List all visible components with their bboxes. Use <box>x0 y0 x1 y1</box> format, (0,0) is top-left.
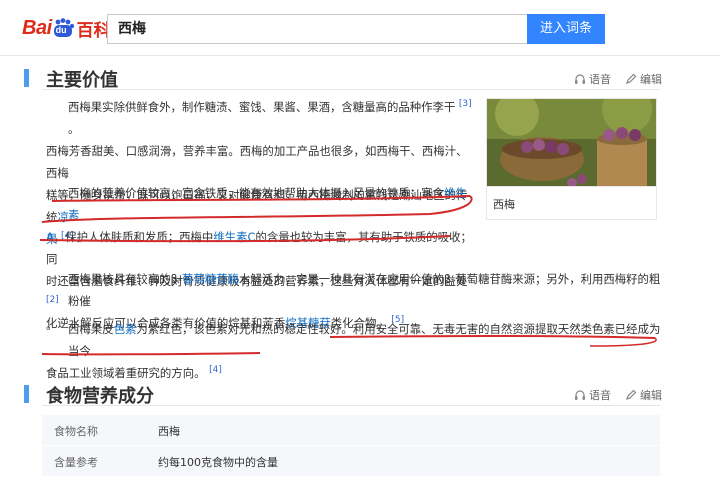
edit-label-2: 编辑 <box>640 389 662 402</box>
logo-bai-text: Bai <box>22 16 52 39</box>
logo-baike-text: 百科 <box>76 20 111 41</box>
edit-label: 编辑 <box>640 73 662 86</box>
p1-line1: 西梅果实除供鲜食外，制作糖渍、蜜饯、果酱、果酒，含糖量高的品种作李干 <box>68 100 456 114</box>
section-accent-bar <box>24 69 29 87</box>
section-tools-2: 语音 编辑 <box>574 387 662 403</box>
table-key: 食物名称 <box>54 425 98 438</box>
headphones-icon <box>575 74 585 84</box>
p1-line2: 西梅芳香甜美、口感润滑，营养丰富。西梅的加工产品也很多，如西梅干、西梅汁、西梅 <box>46 144 468 180</box>
pencil-icon <box>626 389 637 400</box>
red-annotation-marks <box>39 195 473 243</box>
enter-entry-button[interactable]: 进入词条 <box>527 14 605 44</box>
table-value: 约每100克食物中的含量 <box>158 456 278 469</box>
edit-button[interactable]: 编辑 <box>625 71 662 87</box>
section-divider <box>42 89 660 90</box>
p1-line1-end: 。 <box>68 122 80 136</box>
voice-button-2[interactable]: 语音 <box>574 387 611 403</box>
section-tools: 语音 编辑 <box>574 71 662 87</box>
table-row: 含量参考 约每100克食物中的含量 <box>42 446 660 476</box>
voice-label: 语音 <box>589 73 611 86</box>
section-accent-bar-2 <box>24 385 29 403</box>
pencil-icon <box>626 73 637 84</box>
p4-line2: 食品工业领域着重研究的方向。 <box>46 366 206 380</box>
voice-label-2: 语音 <box>589 389 611 402</box>
ref-3[interactable]: [3] <box>459 99 472 109</box>
table-value: 西梅 <box>158 425 180 438</box>
baidu-baike-logo[interactable]: Bai du 百科 <box>22 13 111 43</box>
edit-button-2[interactable]: 编辑 <box>625 387 662 403</box>
link-glucosidase[interactable]: 葡萄糖苷酶 <box>182 272 239 286</box>
table-row: 食物名称 西梅 <box>42 415 660 445</box>
red-annotation-marks-2 <box>41 335 657 356</box>
top-header: Bai du 百科 西梅 进入词条 <box>0 0 720 56</box>
headphones-icon <box>575 390 585 400</box>
search-input[interactable]: 西梅 <box>107 14 527 44</box>
logo-du-text: du <box>55 25 67 35</box>
p3-line1a: 西梅果核具有较高的β- <box>68 272 182 286</box>
table-key: 含量参考 <box>54 456 98 469</box>
ref-4b[interactable]: [4] <box>209 365 222 375</box>
paw-icon: du <box>53 18 75 38</box>
voice-button[interactable]: 语音 <box>574 71 611 87</box>
image-caption: 西梅 <box>486 186 657 220</box>
section-divider-2 <box>42 405 660 406</box>
